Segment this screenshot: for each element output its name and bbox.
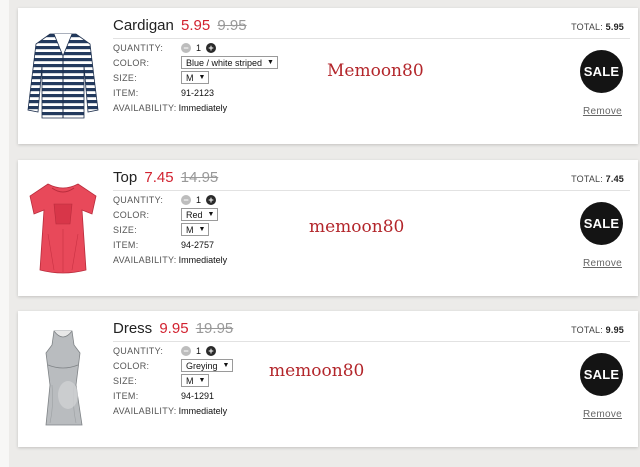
total-label: TOTAL: (571, 22, 603, 32)
chevron-down-icon: ▼ (198, 74, 206, 81)
original-price: 19.95 (195, 320, 234, 337)
total-value: 7.45 (605, 174, 624, 184)
chevron-down-icon: ▼ (207, 211, 215, 218)
color-label: COLOR: (113, 360, 150, 371)
quantity-label: QUANTITY: (113, 194, 164, 205)
quantity-label: QUANTITY: (113, 345, 164, 356)
red-top-image (29, 183, 97, 274)
quantity-stepper: − 1 + (181, 42, 217, 53)
quantity-value: 1 (196, 42, 202, 53)
color-label: COLOR: (113, 57, 150, 68)
color-label: COLOR: (113, 209, 150, 220)
item-number: 94-1291 (181, 390, 215, 401)
product-image-top[interactable] (24, 174, 102, 278)
divider (113, 38, 630, 39)
chevron-down-icon: ▼ (222, 362, 230, 369)
line-total: TOTAL: 7.45 (571, 174, 624, 184)
size-label: SIZE: (113, 72, 138, 83)
product-details: QUANTITY: − 1 + COLOR: Red ▼ SIZE: M ▼ I… (113, 192, 227, 267)
product-title-row: Dress 9.95 19.95 (113, 320, 233, 337)
cart-item-cardigan: Cardigan 5.95 9.95 TOTAL: 5.95 QUANTITY:… (18, 8, 638, 144)
sale-price: 9.95 (159, 320, 189, 337)
striped-cardigan-image (27, 33, 99, 119)
availability-value: Immediately (178, 254, 228, 265)
quantity-value: 1 (196, 194, 202, 205)
plus-icon[interactable]: + (206, 194, 217, 205)
color-select[interactable]: Red ▼ (181, 208, 219, 221)
availability-value: Immediately (178, 405, 228, 416)
availability-value: Immediately (178, 102, 228, 113)
sale-price: 7.45 (144, 169, 174, 186)
divider (113, 341, 630, 342)
sale-badge: SALE (580, 202, 623, 245)
color-select[interactable]: Blue / white striped ▼ (181, 56, 278, 69)
item-label: ITEM: (113, 390, 139, 401)
size-label: SIZE: (113, 224, 138, 235)
watermark-text: Memoon80 (327, 61, 424, 81)
item-label: ITEM: (113, 239, 139, 250)
cart-item-dress: Dress 9.95 19.95 TOTAL: 9.95 QUANTITY: −… (18, 311, 638, 447)
quantity-stepper: − 1 + (181, 194, 217, 205)
item-number: 94-2757 (181, 239, 215, 250)
product-name[interactable]: Top (113, 169, 137, 186)
total-value: 9.95 (605, 325, 624, 335)
remove-link[interactable]: Remove (583, 258, 622, 269)
quantity-label: QUANTITY: (113, 42, 164, 53)
product-title-row: Cardigan 5.95 9.95 (113, 17, 247, 34)
total-label: TOTAL: (571, 174, 603, 184)
sale-price: 5.95 (181, 17, 211, 34)
size-select[interactable]: M ▼ (181, 223, 210, 236)
watermark-text: memoon80 (309, 217, 405, 237)
divider (113, 190, 630, 191)
page-left-edge (0, 0, 9, 467)
size-value: M (186, 224, 194, 235)
original-price: 9.95 (217, 17, 247, 34)
product-name[interactable]: Cardigan (113, 17, 174, 34)
line-total: TOTAL: 9.95 (571, 325, 624, 335)
product-name[interactable]: Dress (113, 320, 152, 337)
total-value: 5.95 (605, 22, 624, 32)
product-details: QUANTITY: − 1 + COLOR: Blue / white stri… (113, 40, 278, 115)
grey-dress-image (45, 330, 83, 426)
item-number: 91-2123 (181, 87, 215, 98)
minus-icon[interactable]: − (181, 345, 191, 356)
color-select[interactable]: Greying ▼ (181, 359, 234, 372)
size-select[interactable]: M ▼ (181, 374, 210, 387)
product-title-row: Top 7.45 14.95 (113, 169, 218, 186)
item-label: ITEM: (113, 87, 139, 98)
total-label: TOTAL: (571, 325, 603, 335)
cart-item-top: Top 7.45 14.95 TOTAL: 7.45 QUANTITY: − 1… (18, 160, 638, 296)
product-image-dress[interactable] (24, 325, 102, 429)
plus-icon[interactable]: + (206, 42, 217, 53)
availability-label: AVAILABILITY: (113, 405, 177, 416)
minus-icon[interactable]: − (181, 42, 191, 53)
chevron-down-icon: ▼ (267, 59, 274, 66)
remove-link[interactable]: Remove (583, 409, 622, 420)
sale-badge: SALE (580, 50, 623, 93)
chevron-down-icon: ▼ (198, 226, 206, 233)
minus-icon[interactable]: − (181, 194, 191, 205)
watermark-text: memoon80 (269, 361, 365, 381)
color-value: Greying (186, 360, 218, 371)
original-price: 14.95 (180, 169, 219, 186)
availability-label: AVAILABILITY: (113, 254, 177, 265)
product-details: QUANTITY: − 1 + COLOR: Greying ▼ SIZE: M… (113, 343, 234, 418)
remove-link[interactable]: Remove (583, 106, 622, 117)
size-select[interactable]: M ▼ (181, 71, 210, 84)
color-value: Red (186, 209, 203, 220)
sale-badge: SALE (580, 353, 623, 396)
quantity-stepper: − 1 + (181, 345, 217, 356)
availability-label: AVAILABILITY: (113, 102, 177, 113)
color-value: Blue / white striped (186, 57, 263, 68)
quantity-value: 1 (196, 345, 202, 356)
size-value: M (186, 72, 194, 83)
size-label: SIZE: (113, 375, 138, 386)
size-value: M (186, 375, 194, 386)
product-image-cardigan[interactable] (24, 22, 102, 126)
chevron-down-icon: ▼ (198, 377, 206, 384)
line-total: TOTAL: 5.95 (571, 22, 624, 32)
plus-icon[interactable]: + (206, 345, 217, 356)
